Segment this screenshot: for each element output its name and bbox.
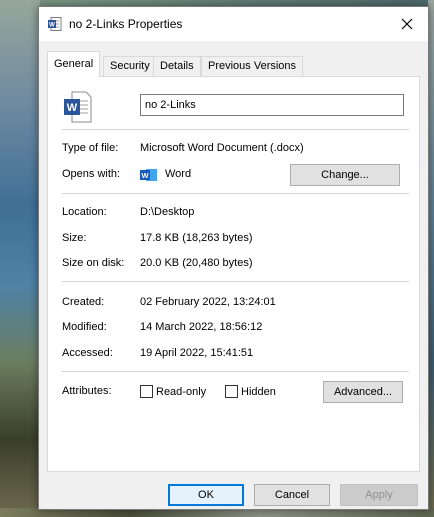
modified-label: Modified: [62, 321, 107, 333]
tab-security[interactable]: Security [103, 56, 157, 76]
apply-button[interactable]: Apply [340, 484, 418, 506]
accessed-value: 19 April 2022, 15:41:51 [140, 347, 254, 359]
properties-dialog: W no 2-Links Properties General Security… [38, 6, 429, 510]
word-document-icon: W [64, 91, 92, 123]
window-title: no 2-Links Properties [69, 17, 183, 31]
tab-previous-versions[interactable]: Previous Versions [201, 56, 304, 76]
desktop-background-left [0, 0, 40, 517]
divider [62, 129, 409, 130]
title-bar[interactable]: W no 2-Links Properties [39, 7, 428, 41]
created-label: Created: [62, 296, 105, 308]
word-app-icon: W [140, 169, 157, 181]
word-document-icon: W [48, 17, 62, 31]
location-value: D:\Desktop [140, 206, 195, 218]
ok-button[interactable]: OK [168, 484, 244, 506]
change-button[interactable]: Change... [290, 164, 400, 186]
file-name-input[interactable] [140, 94, 404, 116]
svg-text:W: W [141, 171, 149, 180]
tab-general[interactable]: General [47, 51, 101, 77]
advanced-button[interactable]: Advanced... [323, 381, 403, 403]
close-button[interactable] [386, 7, 428, 40]
tab-details[interactable]: Details [153, 56, 201, 76]
cancel-button[interactable]: Cancel [254, 484, 330, 506]
divider [62, 281, 409, 282]
svg-text:W: W [67, 102, 78, 114]
size-on-disk-label: Size on disk: [62, 257, 125, 269]
attributes-label: Attributes: [62, 385, 112, 397]
opens-with-value: Word [165, 168, 192, 180]
hidden-checkbox[interactable] [225, 385, 238, 398]
modified-value: 14 March 2022, 18:56:12 [140, 321, 263, 333]
divider [62, 193, 409, 194]
read-only-label: Read-only [156, 386, 207, 398]
opens-with-label: Opens with: [62, 168, 121, 180]
created-value: 02 February 2022, 13:24:01 [140, 296, 276, 308]
hidden-label: Hidden [241, 386, 276, 398]
read-only-checkbox[interactable] [140, 385, 153, 398]
size-value: 17.8 KB (18,263 bytes) [140, 232, 253, 244]
location-label: Location: [62, 206, 107, 218]
accessed-label: Accessed: [62, 347, 113, 359]
type-of-file-value: Microsoft Word Document (.docx) [140, 142, 304, 154]
size-label: Size: [62, 232, 87, 244]
size-on-disk-value: 20.0 KB (20,480 bytes) [140, 257, 253, 269]
general-panel: W Type of file: Microsoft Word Document … [47, 76, 420, 472]
close-icon [401, 18, 413, 29]
divider [62, 371, 409, 372]
svg-text:W: W [49, 23, 55, 29]
type-of-file-label: Type of file: [62, 142, 119, 154]
